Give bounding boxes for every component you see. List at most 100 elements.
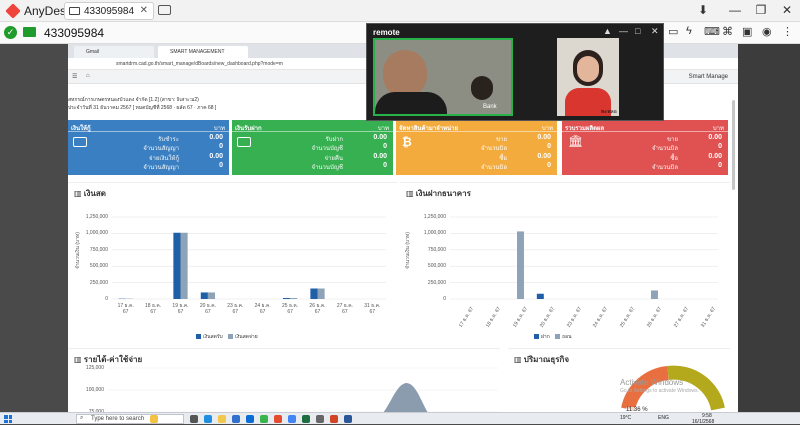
address-field[interactable]: 433095984 — [44, 26, 104, 40]
cash-chart-panel: ▥ เงินสด จำนวนเงิน (บาท) เงินสดรับ เงินส… — [68, 182, 398, 344]
x-tick: 24 ธ.ค. 67 — [253, 303, 273, 315]
record-icon[interactable]: ◉ — [762, 25, 772, 38]
y-tick: 750,000 — [410, 247, 446, 253]
bar-series-2[interactable] — [290, 298, 297, 299]
file-explorer-icon[interactable] — [218, 415, 226, 423]
screen-icon[interactable] — [23, 27, 36, 37]
remote-tab-gmail[interactable]: Gmail — [74, 46, 154, 58]
bar-series-2[interactable] — [651, 290, 658, 299]
y-tick: 500,000 — [410, 263, 446, 269]
hamburger-icon[interactable]: ☰ — [72, 73, 77, 80]
bar-series-1[interactable] — [537, 294, 544, 299]
video-tile-left[interactable]: Bank — [373, 38, 513, 116]
card-row-value: 0.00 — [708, 134, 722, 141]
powerpoint-icon[interactable] — [330, 415, 338, 423]
bar-series-2[interactable] — [208, 292, 215, 299]
download-icon[interactable]: ⬇ — [690, 3, 716, 17]
bar-series-1[interactable] — [283, 298, 290, 299]
y-tick: 0 — [72, 296, 108, 302]
card-row-label: จำนวนบัญชี — [312, 162, 343, 172]
actions-icon[interactable]: ⌘ — [722, 25, 733, 38]
card-row-label: จำนวนบิล — [652, 162, 678, 172]
card-row-value: 0.00 — [209, 153, 223, 160]
card-row-value: 0 — [219, 143, 223, 150]
anydesk-taskbar-icon[interactable] — [274, 415, 282, 423]
lang-indicator[interactable]: ENG — [658, 415, 669, 421]
display-icon[interactable]: ▣ — [742, 25, 752, 38]
home-icon[interactable]: ⌂ — [86, 73, 90, 79]
x-tick: 26 ธ.ค. 67 — [308, 303, 328, 315]
card-row-label: จำนวนบัญชี — [312, 143, 343, 153]
edge-icon[interactable] — [204, 415, 212, 423]
cash-chart-svg — [68, 183, 398, 345]
card-row-value: 0 — [547, 143, 551, 150]
bar-series-2[interactable] — [181, 233, 188, 299]
new-session-icon[interactable] — [158, 5, 171, 15]
minimize-icon[interactable]: — — [722, 3, 748, 17]
y-tick: 1,000,000 — [410, 230, 446, 236]
chrome-icon[interactable] — [288, 415, 296, 423]
pin-icon[interactable]: ▲ — [603, 26, 612, 36]
close-icon[interactable]: ✕ — [651, 26, 659, 37]
card-supplies: จัดหาสินค้ามาจำหน่าย บาท ₿ ขาย0.00 จำนวน… — [396, 120, 557, 175]
y-tick: 0 — [410, 296, 446, 302]
card-row-value: 0.00 — [708, 153, 722, 160]
bar-series-2[interactable] — [517, 231, 524, 299]
card-row-label: จำนวนบิล — [481, 162, 507, 172]
child-head-shape — [471, 76, 493, 100]
close-tab-icon[interactable]: ✕ — [140, 5, 148, 16]
activation-watermark-sub: Go to Settings to activate Windows. — [620, 388, 699, 394]
bank-legend: ฝาก ถอน — [530, 333, 572, 341]
task-view-icon[interactable] — [190, 415, 198, 423]
bank-chart-panel: ▥ เงินฝากธนาคาร จำนวนเงิน (บาท) ฝาก ถอน … — [400, 182, 730, 344]
bar-series-1[interactable] — [201, 292, 208, 299]
maximize-icon[interactable]: □ — [635, 26, 640, 36]
bar-series-2[interactable] — [318, 289, 325, 299]
monitor-icon — [69, 7, 80, 15]
app-icon[interactable] — [316, 415, 324, 423]
bar-series-1[interactable] — [310, 289, 317, 299]
x-tick: 23 ธ.ค. 67 — [225, 303, 245, 315]
card-deposits: เงินรับฝาก บาท รับฝาก0.00 จำนวนบัญชี0 จ่… — [232, 120, 393, 175]
word-icon[interactable] — [344, 415, 352, 423]
window-close-icon[interactable]: ✕ — [774, 3, 800, 17]
excel-icon[interactable] — [302, 415, 310, 423]
store-icon[interactable] — [232, 415, 240, 423]
video-tile-right[interactable]: พ๏พลอ — [557, 38, 619, 116]
card-row-label: จำนวนบิล — [652, 143, 678, 153]
y-tick: 500,000 — [72, 263, 108, 269]
mail-icon[interactable] — [246, 415, 254, 423]
windows-start-icon[interactable] — [4, 415, 12, 423]
person-body-shape — [375, 92, 447, 116]
minimize-icon[interactable]: — — [619, 26, 628, 36]
remote-scrollbar[interactable] — [732, 100, 735, 190]
person-face-shape — [383, 50, 427, 98]
tile-name-left: Bank — [483, 104, 497, 110]
chat-icon[interactable]: ▭ — [668, 25, 678, 38]
session-tab-label: 433095984 — [84, 6, 134, 17]
keyboard-icon[interactable]: ⌨ — [704, 25, 720, 38]
card-row-label: จำนวนบิล — [481, 143, 507, 153]
bar-series-1[interactable] — [173, 233, 180, 299]
menu-icon[interactable]: ⋮ — [782, 25, 793, 38]
lightning-icon[interactable]: ϟ — [686, 25, 692, 37]
weather-text[interactable]: 19°C — [620, 415, 631, 421]
x-tick: 19 ธ.ค. 67 — [171, 303, 191, 315]
card-produce: รวบรวมผลิตผล บาท 🏛 ขาย0.00 จำนวนบิล0 ซื้… — [562, 120, 728, 175]
maximize-icon[interactable]: ❐ — [748, 3, 774, 17]
y-tick: 250,000 — [72, 280, 108, 286]
video-call-popup[interactable]: remote ▲ — □ ✕ Bank พ๏พลอ — [366, 23, 664, 121]
x-tick: 17 ธ.ค. 67 — [116, 303, 136, 315]
widget-icon[interactable] — [150, 415, 158, 423]
card-row-value: 0 — [383, 162, 387, 169]
line-icon[interactable] — [260, 415, 268, 423]
remote-tab-smart[interactable]: SMART MANAGEMENT — [158, 46, 248, 58]
remote-background — [738, 44, 800, 412]
card-row-label: จำนวนสัญญา — [143, 143, 179, 153]
clock-date[interactable]: 16/1/2568 — [692, 419, 714, 425]
person-face-shape — [577, 56, 599, 82]
connected-check-icon: ✓ — [4, 26, 17, 39]
session-tab[interactable]: 433095984 ✕ — [64, 2, 154, 20]
x-tick: 31 ธ.ค. 67 — [362, 303, 382, 315]
taskbar-search[interactable]: ⌕ Type here to search — [76, 414, 184, 424]
